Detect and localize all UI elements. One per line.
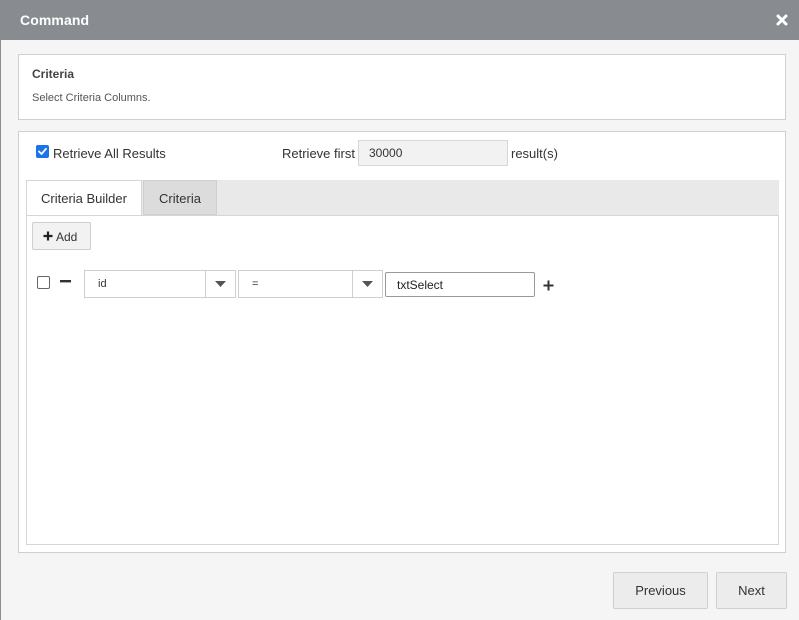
operator-select[interactable]: = [238,270,383,298]
plus-icon [43,231,53,241]
dialog-title: Command [20,12,90,28]
field-select-value: id [98,278,107,290]
tab-criteria[interactable]: Criteria [143,180,217,215]
minus-icon [60,280,71,283]
retrieve-all-checkbox[interactable] [36,145,49,158]
operator-select-value: = [252,278,259,290]
plus-icon [543,280,554,291]
results-suffix-label: result(s) [511,146,558,161]
criteria-main-panel: Retrieve All Results Retrieve first resu… [18,131,786,553]
add-criteria-label: Add [56,230,78,244]
check-icon [38,147,47,155]
criteria-title: Criteria [32,67,75,81]
field-select-toggle[interactable] [205,271,235,297]
tab-criteria-builder[interactable]: Criteria Builder [26,180,142,215]
add-criteria-button[interactable]: Add [32,222,91,250]
field-select[interactable]: id [84,270,236,298]
close-icon [776,14,788,26]
title-bar: Command [1,0,799,40]
tab-bar: Criteria Builder Criteria [26,180,779,215]
criteria-value-input[interactable] [385,272,535,297]
command-dialog: Command Criteria Select Criteria Columns… [0,0,799,620]
criteria-description: Select Criteria Columns. [32,92,151,104]
operator-select-toggle[interactable] [352,271,382,297]
caret-down-icon [362,281,373,287]
next-button[interactable]: Next [716,572,787,609]
add-row-button[interactable] [543,278,555,291]
close-button[interactable] [772,10,792,30]
caret-down-icon [215,281,226,287]
retrieve-all-label: Retrieve All Results [53,146,166,161]
remove-row-button[interactable] [60,275,72,289]
criteria-info-panel: Criteria Select Criteria Columns. [18,54,786,120]
criteria-builder-content: Add id = [26,215,779,545]
criteria-row-checkbox[interactable] [37,276,50,289]
previous-button[interactable]: Previous [613,572,708,609]
retrieve-first-label: Retrieve first [282,146,355,161]
retrieve-first-input[interactable] [358,140,508,166]
